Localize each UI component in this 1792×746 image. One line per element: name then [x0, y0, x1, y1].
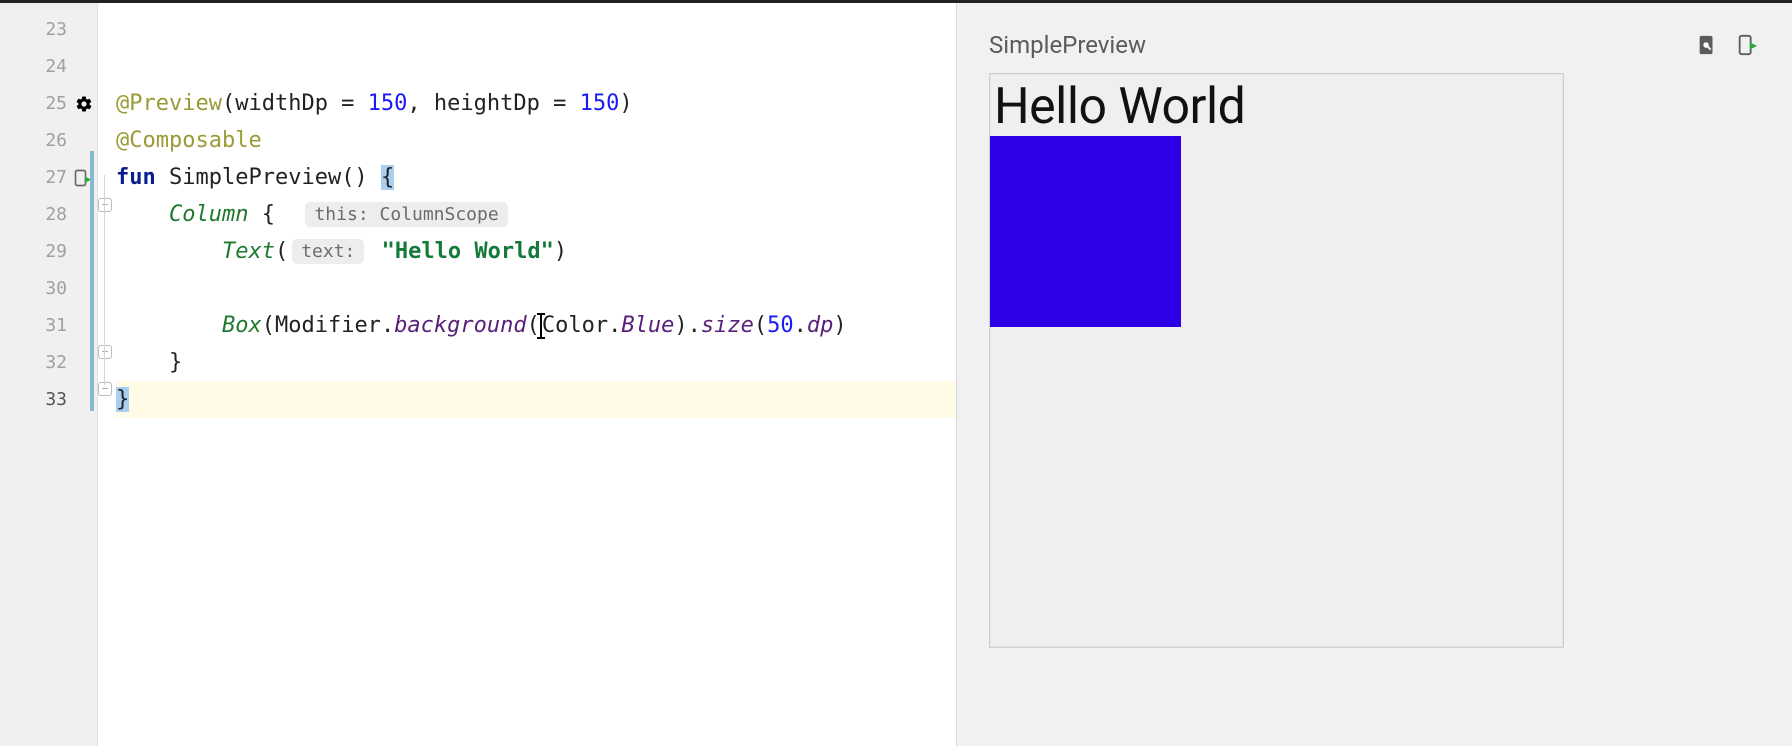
preview-title: SimplePreview [989, 31, 1146, 59]
inlay-hint: this: ColumnScope [305, 202, 507, 227]
line-number: 31 [0, 307, 97, 344]
annotation: @Preview [116, 91, 222, 116]
code-line[interactable]: @Preview(widthDp = 150, heightDp = 150) [116, 85, 956, 122]
preview-header: SimplePreview [989, 31, 1760, 59]
code-line-current[interactable]: } [116, 381, 956, 418]
preview-canvas[interactable]: Hello World [989, 73, 1564, 648]
text-cursor-icon [540, 314, 542, 338]
gear-icon[interactable] [75, 95, 93, 113]
code-line[interactable]: fun SimplePreview() { [116, 159, 956, 196]
code-line[interactable]: Box(Modifier.background(Color.Blue).size… [116, 307, 956, 344]
code-area[interactable]: – – – @Preview(widthDp = 150, heightDp =… [98, 3, 956, 746]
preview-actions [1694, 32, 1760, 58]
line-number: 25 [0, 85, 97, 122]
code-line[interactable]: } [116, 344, 956, 381]
interactive-preview-icon[interactable] [1694, 32, 1720, 58]
line-number: 29 [0, 233, 97, 270]
deploy-preview-icon[interactable] [1734, 32, 1760, 58]
code-line[interactable]: Column { this: ColumnScope [116, 196, 956, 233]
line-number: 24 [0, 48, 97, 85]
inlay-hint: text: [292, 239, 364, 264]
fold-guide [104, 175, 105, 385]
code-line[interactable]: @Composable [116, 122, 956, 159]
code-line[interactable] [116, 48, 956, 85]
fold-column: – – – [98, 11, 114, 746]
preview-box [990, 136, 1181, 327]
code-line[interactable]: Text(text: "Hello World") [116, 233, 956, 270]
code-line[interactable] [116, 11, 956, 48]
brace-match: { [381, 165, 394, 190]
annotation: @Composable [116, 128, 262, 153]
line-number: 28 [0, 196, 97, 233]
fold-toggle-icon[interactable]: – [98, 198, 112, 212]
code-editor[interactable]: 23 24 25 26 27 28 29 30 31 32 33 – – – [0, 3, 956, 746]
line-number: 27 [0, 159, 97, 196]
gutter: 23 24 25 26 27 28 29 30 31 32 33 [0, 3, 98, 746]
line-number: 30 [0, 270, 97, 307]
preview-text: Hello World [990, 74, 1563, 136]
line-number: 32 [0, 344, 97, 381]
line-number: 26 [0, 122, 97, 159]
line-number: 23 [0, 11, 97, 48]
fold-toggle-icon[interactable]: – [98, 345, 112, 359]
brace-match: } [116, 387, 129, 412]
vcs-change-marker [90, 151, 94, 411]
compose-preview-pane: SimplePreview Hello World [956, 3, 1792, 746]
code-line[interactable] [116, 270, 956, 307]
fold-toggle-icon[interactable]: – [98, 382, 112, 396]
line-number: 33 [0, 381, 97, 418]
